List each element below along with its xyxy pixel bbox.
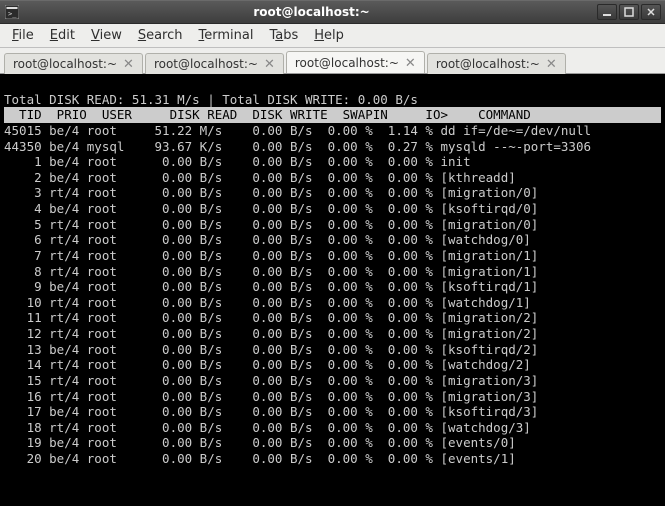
tab-close-icon[interactable]: ✕ xyxy=(546,58,557,71)
menu-edit[interactable]: Edit xyxy=(42,26,83,45)
tab-close-icon[interactable]: ✕ xyxy=(123,58,134,71)
close-button[interactable] xyxy=(641,4,661,20)
iotop-process-rows: 45015 be/4 root 51.22 M/s 0.00 B/s 0.00 … xyxy=(4,123,591,466)
menu-file[interactable]: File xyxy=(4,26,42,45)
tab-label: root@localhost:~ xyxy=(436,57,540,71)
terminal-output[interactable]: Total DISK READ: 51.31 M/s | Total DISK … xyxy=(0,74,665,506)
menu-help[interactable]: Help xyxy=(306,26,352,45)
tab-close-icon[interactable]: ✕ xyxy=(405,57,416,70)
iotop-summary-line: Total DISK READ: 51.31 M/s | Total DISK … xyxy=(4,92,418,107)
menu-terminal[interactable]: Terminal xyxy=(191,26,262,45)
tab-bar: root@localhost:~✕root@localhost:~✕root@l… xyxy=(0,48,665,74)
terminal-tab[interactable]: root@localhost:~ ✕ xyxy=(427,53,566,74)
iotop-header-line: TID PRIO USER DISK READ DISK WRITE SWAPI… xyxy=(4,107,661,123)
terminal-tab[interactable]: root@localhost:~ ✕ xyxy=(286,51,425,73)
window-titlebar: >_ root@localhost:~ xyxy=(0,0,665,24)
menubar: File Edit View Search Terminal Tabs Help xyxy=(0,24,665,48)
window-title: root@localhost:~ xyxy=(26,5,597,19)
terminal-tab[interactable]: root@localhost:~ ✕ xyxy=(145,53,284,74)
tab-label: root@localhost:~ xyxy=(13,57,117,71)
maximize-button[interactable] xyxy=(619,4,639,20)
menu-view[interactable]: View xyxy=(83,26,130,45)
svg-text:>_: >_ xyxy=(8,10,17,18)
menu-search[interactable]: Search xyxy=(130,26,191,45)
tab-label: root@localhost:~ xyxy=(295,56,399,70)
menu-tabs[interactable]: Tabs xyxy=(261,26,306,45)
terminal-app-icon: >_ xyxy=(4,4,20,20)
terminal-tab[interactable]: root@localhost:~ ✕ xyxy=(4,53,143,74)
minimize-button[interactable] xyxy=(597,4,617,20)
tab-label: root@localhost:~ xyxy=(154,57,258,71)
tab-close-icon[interactable]: ✕ xyxy=(264,58,275,71)
